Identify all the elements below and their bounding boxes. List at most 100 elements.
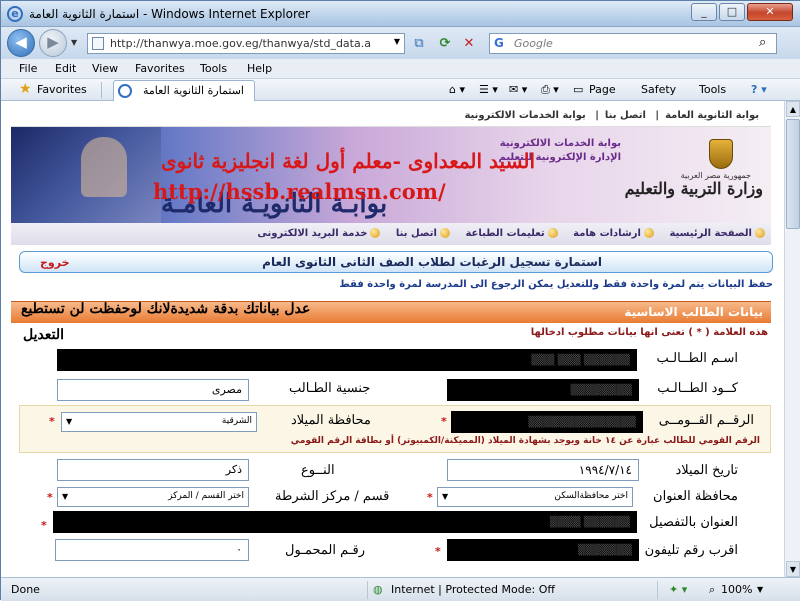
district-label: قسم / مركز الشرطة [275, 489, 390, 504]
window-title: استمارة الثانوية العامة - Windows Intern… [29, 7, 310, 21]
form-title: استمارة تسجيل الرغبات لطلاب الصف الثانى … [262, 255, 602, 269]
feeds-icon[interactable]: ☰ ▾ [479, 83, 498, 96]
command-bar: ★ Favorites استمارة الثانوية العامة ⌂ ▾ … [1, 79, 800, 101]
required-mark: * [435, 545, 441, 558]
nav-email[interactable]: خدمة البريد الالكترونى [257, 223, 381, 245]
address-governorate-label: محافظة العنوان [653, 489, 738, 504]
tools-menu-button[interactable]: Tools [699, 83, 726, 96]
address-governorate-value: اختر محافظةالسكن [554, 491, 628, 501]
tab-title: استمارة الثانوية العامة [142, 84, 244, 97]
search-box[interactable]: G Google [489, 33, 777, 54]
mail-icon[interactable]: ✉ ▾ [509, 83, 527, 96]
search-icon[interactable]: ⌕ [759, 35, 766, 50]
separator [101, 82, 102, 98]
page-content: بوابة الثانوية العامة| اتصل بنا| بوابة ا… [1, 101, 784, 577]
menu-file[interactable]: File [19, 62, 37, 75]
nav-contact[interactable]: اتصل بنا [396, 223, 450, 245]
scroll-up-icon[interactable]: ▲ [786, 101, 800, 117]
back-button[interactable]: ◀ [7, 29, 35, 57]
birth-governorate-select[interactable]: ▼ الشرقية [61, 412, 257, 432]
gender-field[interactable]: ذكر [57, 459, 249, 481]
menu-favorites[interactable]: Favorites [135, 62, 185, 75]
page-menu-button[interactable]: Page [589, 83, 616, 96]
nav-instructions-label: ارشادات هامة [573, 228, 641, 239]
security-zone[interactable]: Internet | Protected Mode: Off [391, 583, 555, 596]
overlay-warning: عدل بياناتك بدقة شديدةلانك لوحفظت لن تست… [21, 301, 311, 317]
birth-governorate-label: محافظة الميلاد [291, 413, 371, 428]
safety-menu-button[interactable]: Safety [641, 83, 676, 96]
address-field[interactable]: ▒▒▒▒▒▒ ▒▒▒▒ [53, 511, 637, 533]
menu-help[interactable]: Help [247, 62, 272, 75]
phone-value: ▒▒▒▒▒▒▒ [578, 545, 632, 556]
code-field[interactable]: ▒▒▒▒▒▒▒▒ [447, 379, 639, 401]
menu-view[interactable]: View [92, 62, 118, 75]
menu-tools[interactable]: Tools [200, 62, 227, 75]
page-menu-icon[interactable]: ▭ [573, 83, 583, 96]
favorites-button[interactable]: Favorites [37, 83, 87, 96]
birth-date-field[interactable]: ١٩٩٤/٧/١٤ [447, 459, 639, 481]
scroll-thumb[interactable] [786, 119, 800, 229]
nav-home[interactable]: الصفحة الرئيسية [669, 223, 765, 245]
chevron-down-icon: ▼ [62, 492, 69, 501]
zoom-dropdown-icon[interactable]: ▼ [757, 585, 763, 594]
nav-contact-label: اتصل بنا [395, 228, 437, 239]
name-label: اسـم الطــالـب [656, 351, 738, 366]
bullet-icon [755, 228, 765, 238]
national-id-value: ▒▒▒▒▒▒▒▒▒▒▒▒▒▒ [528, 417, 636, 428]
logout-link[interactable]: خروج [40, 256, 70, 269]
link-eservices[interactable]: بوابة الخدمات الالكترونية [464, 110, 585, 121]
bullet-icon [439, 228, 450, 238]
refresh-icon[interactable]: ⟳ [435, 35, 455, 53]
code-label: كــود الطــالـب [657, 381, 738, 396]
compatibility-view-icon[interactable]: ⧉ [409, 35, 429, 53]
scroll-down-icon[interactable]: ▼ [786, 561, 800, 577]
search-placeholder: Google [514, 37, 553, 50]
history-dropdown-icon[interactable]: ▼ [71, 38, 77, 47]
forward-button[interactable]: ▶ [39, 29, 67, 57]
maximize-button[interactable]: □ [719, 3, 745, 21]
nav-print[interactable]: تعليمات الطباعة [465, 223, 558, 245]
national-id-field[interactable]: ▒▒▒▒▒▒▒▒▒▒▒▒▒▒ [451, 411, 643, 433]
url-text[interactable]: http://thanwya.moe.gov.eg/thanwya/std_da… [110, 37, 380, 50]
favorites-star-icon[interactable]: ★ [19, 81, 32, 97]
national-id-label: الرقــم القــومــى [658, 413, 754, 428]
address-bar[interactable]: http://thanwya.moe.gov.eg/thanwya/std_da… [87, 33, 405, 54]
title-bar: e استمارة الثانوية العامة - Windows Inte… [1, 1, 800, 27]
overlay-warning-cont: التعديل [23, 327, 64, 343]
close-button[interactable]: ✕ [747, 3, 793, 21]
separator [657, 581, 658, 599]
district-select[interactable]: ▼ اختر القسم / المركز [57, 487, 249, 507]
link-contact[interactable]: اتصل بنا [605, 110, 646, 121]
privacy-icon[interactable]: ✦ ▾ [669, 583, 687, 596]
required-mark: * [47, 491, 53, 504]
menu-edit[interactable]: Edit [55, 62, 76, 75]
name-value: ▒▒▒▒▒▒ ▒▒▒ ▒▒▒ [531, 355, 630, 366]
zoom-icon[interactable]: ⌕ [709, 583, 715, 597]
stop-icon[interactable]: ✕ [459, 35, 479, 53]
address-dropdown-icon[interactable]: ▼ [394, 37, 400, 46]
vertical-scrollbar[interactable]: ▲ ▼ [784, 101, 800, 577]
eagle-emblem-icon [709, 139, 733, 169]
birth-governorate-value: الشرقية [221, 416, 252, 426]
name-field[interactable]: ▒▒▒▒▒▒ ▒▒▒ ▒▒▒ [57, 349, 637, 371]
menu-bar: File Edit View Favorites Tools Help [1, 59, 800, 79]
home-icon[interactable]: ⌂ ▾ [449, 83, 465, 96]
mobile-field[interactable]: ٠ [55, 539, 249, 561]
required-mark: * [49, 415, 55, 428]
nav-instructions[interactable]: ارشادات هامة [573, 223, 654, 245]
chevron-down-icon: ▼ [442, 492, 449, 501]
required-mark: * [41, 519, 47, 532]
nationality-field[interactable]: مصرى [57, 379, 249, 401]
minimize-button[interactable]: _ [691, 3, 717, 21]
link-portal[interactable]: بوابة الثانوية العامة [665, 110, 759, 121]
phone-field[interactable]: ▒▒▒▒▒▒▒ [447, 539, 639, 561]
form-header: استمارة تسجيل الرغبات لطلاب الصف الثانى … [19, 251, 773, 273]
address-governorate-select[interactable]: ▼ اختر محافظةالسكن [437, 487, 633, 507]
globe-icon: ◍ [373, 583, 383, 596]
help-icon[interactable]: ? ▾ [751, 83, 767, 96]
print-icon[interactable]: ⎙ ▾ [541, 83, 559, 97]
zoom-level[interactable]: 100% [721, 583, 752, 596]
required-note: هذه العلامة ( * ) تعنى انها بيانات مطلوب… [530, 327, 768, 338]
birth-date-label: تاريخ الميلاد [675, 463, 738, 478]
browser-tab[interactable]: استمارة الثانوية العامة [113, 80, 255, 101]
